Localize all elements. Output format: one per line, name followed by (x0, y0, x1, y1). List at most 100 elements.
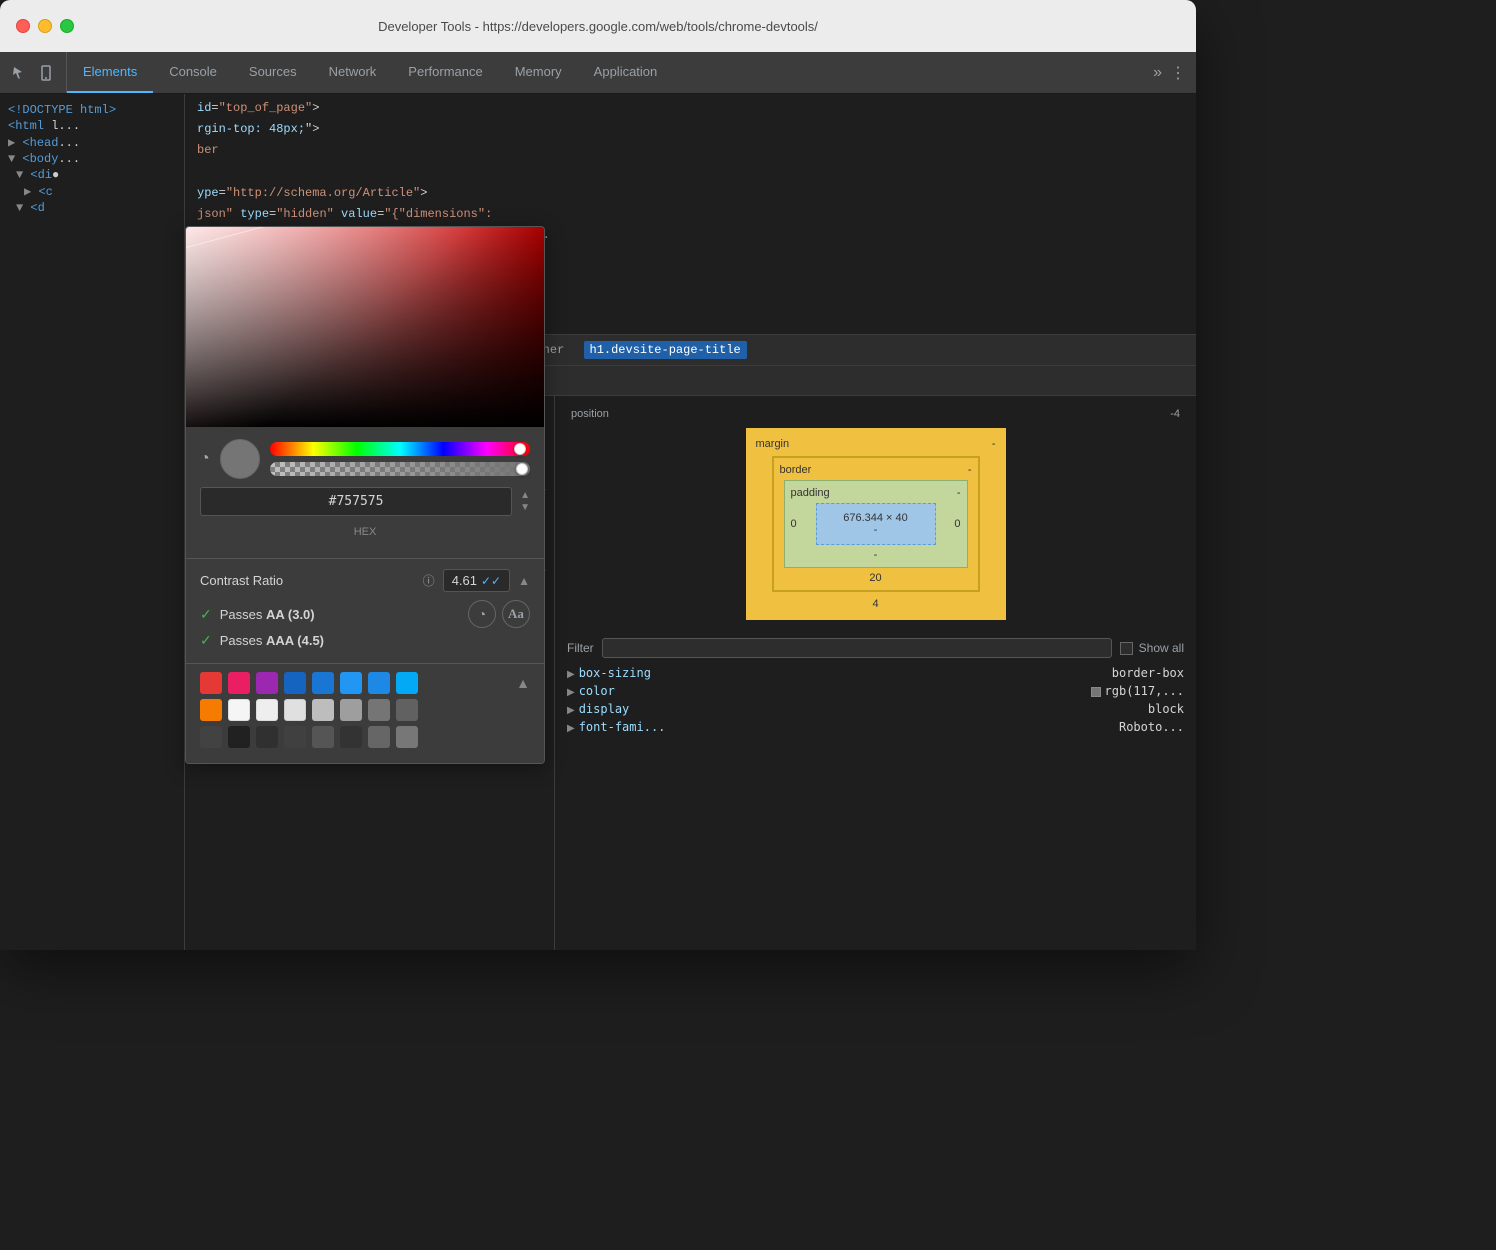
contrast-value: 4.61 (452, 573, 477, 588)
show-all-checkbox[interactable] (1120, 642, 1133, 655)
html-line[interactable]: ▼ <d (0, 200, 184, 216)
html-line[interactable]: ▼ <body... (0, 151, 184, 167)
contrast-info-icon[interactable]: ⓘ (423, 572, 435, 589)
hue-slider[interactable] (270, 442, 530, 456)
swatch-dark8[interactable] (396, 726, 418, 748)
swatch-white2[interactable] (256, 699, 278, 721)
computed-filter-row: Filter Show all (567, 632, 1184, 664)
computed-prop-box-sizing[interactable]: ▶ box-sizing border-box (567, 664, 1184, 682)
color-preview-circle (220, 439, 260, 479)
toolbar-icons (0, 52, 67, 93)
hue-thumb[interactable] (514, 443, 526, 455)
swatch-dark6[interactable] (340, 726, 362, 748)
close-button[interactable] (16, 19, 30, 33)
swatch-white1[interactable] (228, 699, 250, 721)
left-value: 0 (791, 518, 797, 530)
alpha-thumb[interactable] (516, 463, 528, 475)
computed-filter-input[interactable] (602, 638, 1112, 658)
swatch-gray2[interactable] (312, 699, 334, 721)
cursor-icon[interactable] (10, 63, 30, 83)
expand-arrow-color[interactable]: ▶ (567, 687, 575, 698)
hex-arrows: ▲ ▼ (520, 491, 530, 513)
top-outer-value: 4 (872, 598, 878, 610)
swatch-red[interactable] (200, 672, 222, 694)
right-value: 0 (954, 518, 960, 530)
eyedropper-icon[interactable]: ◔ (200, 450, 210, 468)
computed-prop-color[interactable]: ▶ color rgb(117,... (567, 682, 1184, 700)
swatch-pink[interactable] (228, 672, 250, 694)
swatches-row-1: ▲ (200, 672, 530, 694)
passes-aaa-label: Passes AAA (4.5) (220, 633, 324, 648)
swatch-dark7[interactable] (368, 726, 390, 748)
hex-input-wrap (200, 487, 512, 516)
content-box: 676.344 × 40 - (816, 503, 936, 545)
hex-input[interactable] (211, 494, 501, 509)
bottom-padding-value: - (874, 549, 878, 561)
minimize-button[interactable] (38, 19, 52, 33)
passes-aa-row: ✓ Passes AA (3.0) ◔ Aa (200, 600, 530, 628)
tab-elements[interactable]: Elements (67, 52, 153, 93)
hex-decrement[interactable]: ▼ (520, 503, 530, 513)
padding-box: padding - 0 676.344 × 40 - (784, 480, 968, 568)
computed-prop-font-family[interactable]: ▶ font-fami... Roboto... (567, 718, 1184, 736)
swatch-gray1[interactable] (284, 699, 306, 721)
swatch-purple[interactable] (256, 672, 278, 694)
expand-arrow-display[interactable]: ▶ (567, 705, 575, 716)
html-line[interactable]: ▶ <head... (0, 134, 184, 151)
swatch-dark5[interactable] (312, 726, 334, 748)
more-tabs-icon[interactable]: » (1153, 64, 1162, 82)
swatch-gray4[interactable] (368, 699, 390, 721)
alpha-slider[interactable] (270, 462, 530, 476)
swatch-dark3[interactable] (256, 726, 278, 748)
swatch-light-blue[interactable] (340, 672, 362, 694)
swatch-dark4[interactable] (284, 726, 306, 748)
bottom-value: 20 (869, 572, 881, 584)
show-all-row: Show all (1120, 641, 1184, 655)
prop-name-font-family: font-fami... (579, 720, 1119, 734)
html-line: <!DOCTYPE html> (0, 102, 184, 118)
maximize-button[interactable] (60, 19, 74, 33)
swatch-dark1[interactable] (200, 726, 222, 748)
breadcrumb-active[interactable]: h1.devsite-page-title (584, 341, 747, 359)
computed-filter-label: Filter (567, 641, 594, 655)
mobile-icon[interactable] (36, 63, 56, 83)
prop-name-display: display (579, 702, 1148, 716)
expand-arrow-box-sizing[interactable]: ▶ (567, 669, 575, 680)
position-row: position -4 (567, 408, 1184, 420)
swatches-row-3 (200, 726, 530, 748)
tab-console[interactable]: Console (153, 52, 233, 93)
tab-performance[interactable]: Performance (392, 52, 498, 93)
tab-memory[interactable]: Memory (499, 52, 578, 93)
html-line[interactable]: ▼ <di● (0, 167, 184, 183)
swatch-blue[interactable] (312, 672, 334, 694)
hex-row: ▲ ▼ (200, 487, 530, 516)
toolbar-end: » ⋮ (1143, 52, 1196, 93)
contrast-expand-icon[interactable]: ▲ (518, 574, 530, 588)
swatches-expand-icon[interactable]: ▲ (516, 675, 530, 691)
aa-preview-icon[interactable]: Aa (502, 600, 530, 628)
swatch-blue2[interactable] (368, 672, 390, 694)
prop-name-color: color (579, 684, 1091, 698)
swatch-orange[interactable] (200, 699, 222, 721)
expand-arrow-font-family[interactable]: ▶ (567, 723, 575, 734)
computed-prop-display[interactable]: ▶ display block (567, 700, 1184, 718)
swatch-gray5[interactable] (396, 699, 418, 721)
eyedropper-action-icon[interactable]: ◔ (468, 600, 496, 628)
html-line[interactable]: <html l... (0, 118, 184, 134)
devtools-container: Elements Console Sources Network Perform… (0, 52, 1196, 950)
swatch-cyan[interactable] (396, 672, 418, 694)
border-value: - (968, 464, 972, 476)
swatch-gray3[interactable] (340, 699, 362, 721)
html-line[interactable]: ▶ <c (0, 183, 184, 200)
title-bar: Developer Tools - https://developers.goo… (0, 0, 1196, 52)
tab-network[interactable]: Network (313, 52, 393, 93)
hex-increment[interactable]: ▲ (520, 491, 530, 501)
swatch-dark2[interactable] (228, 726, 250, 748)
content-sub: - (874, 524, 878, 536)
tab-application[interactable]: Application (578, 52, 674, 93)
window-title: Developer Tools - https://developers.goo… (378, 19, 818, 34)
more-options-icon[interactable]: ⋮ (1170, 63, 1186, 83)
tab-sources[interactable]: Sources (233, 52, 313, 93)
swatch-dark-blue[interactable] (284, 672, 306, 694)
color-gradient[interactable] (186, 227, 544, 427)
